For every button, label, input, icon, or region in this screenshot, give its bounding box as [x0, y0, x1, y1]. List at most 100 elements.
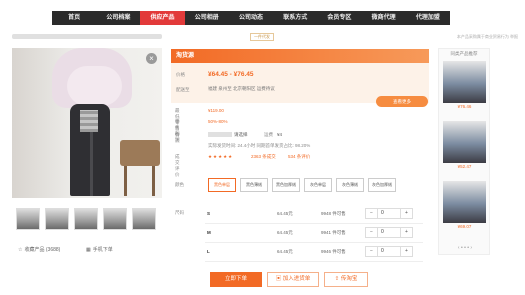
photo-mosaic — [80, 110, 98, 132]
nav-item-franchise[interactable]: 代理加盟 — [406, 11, 450, 25]
recommended-item-image — [443, 181, 486, 223]
quantity-stepper: − 0 + — [365, 227, 413, 238]
mobile-order-label: 手机下单 — [92, 247, 113, 253]
nav-item-contact[interactable]: 联系方式 — [273, 11, 317, 25]
color-option[interactable]: 黑色薄绒 — [240, 178, 268, 192]
size-price: 64.45元 — [277, 230, 293, 235]
size-name: M — [207, 230, 211, 235]
thumbnail[interactable] — [74, 208, 98, 230]
sidebar-pager[interactable]: ‹ • • • › — [439, 245, 491, 251]
color-option[interactable]: 灰色薄绒 — [336, 178, 364, 192]
photo-jacket-highlight — [67, 66, 122, 106]
quantity-input[interactable]: 0 — [377, 247, 401, 256]
see-more-button[interactable]: 查看更多 — [376, 96, 428, 107]
minus-button[interactable]: − — [366, 209, 377, 218]
photo-chair — [120, 140, 160, 166]
mobile-order-button[interactable]: ▦ 手机下单 — [86, 246, 113, 254]
cart-icon: ▣ — [275, 276, 283, 282]
minus-button[interactable]: − — [366, 228, 377, 237]
color-option[interactable]: 黑色加厚绒 — [272, 178, 300, 192]
recommended-item-price: ¥52.47 — [457, 164, 472, 169]
main-nav: 首页 公司档案 供应产品 公司相册 公司动态 联系方式 会员专区 微商代理 代理… — [52, 11, 450, 25]
size-price: 64.45元 — [277, 249, 293, 254]
logistics-select[interactable]: 请选择 — [234, 132, 248, 138]
margin-value: 50%-80% — [208, 119, 228, 124]
size-label: 尺码 — [175, 210, 184, 215]
recommended-item-image — [443, 61, 486, 103]
thumbnail[interactable] — [16, 208, 40, 230]
price-label: 价格 — [176, 72, 185, 77]
thumbnail-strip — [16, 208, 160, 230]
color-label: 颜色 — [175, 182, 184, 187]
size-stock: 9941 件可售 — [321, 230, 346, 235]
main-product-image[interactable] — [12, 48, 162, 198]
blurred-breadcrumb — [12, 34, 162, 39]
recommended-item[interactable]: ¥76.46 — [443, 61, 486, 110]
min-price-value: ¥119.00 — [208, 108, 224, 113]
product-title: 淘货源 — [171, 49, 429, 63]
recommended-item-price: ¥69.07 — [457, 224, 472, 229]
logistics-label: 物流 — [175, 132, 180, 143]
quantity-stepper: − 0 + — [365, 246, 413, 257]
divider — [205, 261, 423, 262]
favorite-label: 收藏产品 (3688) — [24, 247, 61, 253]
shipping-label: 配送至 — [176, 87, 190, 92]
divider — [205, 223, 423, 224]
quantity-input[interactable]: 0 — [377, 209, 401, 218]
color-option[interactable]: 灰色加厚绒 — [368, 178, 396, 192]
size-row: S 64.45元 9948 件可售 − 0 + — [205, 208, 423, 222]
blurred-origin — [208, 132, 232, 137]
size-stock: 9948 件可售 — [321, 211, 346, 216]
star-outline-icon: ☆ — [18, 246, 23, 253]
nav-item-wechat-agent[interactable]: 微商代理 — [362, 11, 406, 25]
recommended-item[interactable]: ¥52.47 — [443, 121, 486, 170]
plus-button[interactable]: + — [401, 209, 412, 218]
share-taobao-button[interactable]: ⇪ 传淘宝 — [324, 272, 368, 287]
nav-item-news[interactable]: 公司动态 — [229, 11, 273, 25]
quantity-stepper: − 0 + — [365, 208, 413, 219]
share-taobao-label: 传淘宝 — [340, 276, 358, 282]
size-row: L 64.45元 9946 件可售 − 0 + — [205, 246, 423, 260]
recommended-item-price: ¥76.46 — [457, 104, 472, 109]
add-to-cart-button[interactable]: ▣ 加入进货单 — [267, 272, 319, 287]
size-name: L — [207, 249, 210, 254]
thumbnail[interactable] — [45, 208, 69, 230]
color-option[interactable]: 灰色单层 — [304, 178, 332, 192]
plus-button[interactable]: + — [401, 228, 412, 237]
quantity-input[interactable]: 0 — [377, 228, 401, 237]
photo-chair-leg — [152, 166, 155, 196]
top-bar: 首页 公司档案 供应产品 公司相册 公司动态 联系方式 会员专区 微商代理 代理… — [0, 0, 525, 34]
plus-button[interactable]: + — [401, 247, 412, 256]
rating-label: 成交评价 — [175, 154, 180, 177]
rating-stars: ★★★★★ — [208, 154, 234, 159]
size-row: M 64.45元 9941 件可售 − 0 + — [205, 227, 423, 241]
color-option[interactable]: 黑色单层 — [208, 178, 236, 192]
recommendation-sidebar: 同类产品推荐 ¥76.46 ¥52.47 ¥69.07 ‹ • • • › — [438, 48, 490, 255]
freight-label: 运费 — [264, 132, 273, 137]
buy-now-button[interactable]: 立即下单 — [210, 272, 262, 287]
thumbnail[interactable] — [103, 208, 127, 230]
sidebar-title: 同类产品推荐 — [450, 51, 478, 56]
review-count[interactable]: 534 条评价 — [288, 154, 310, 160]
freight-value: ¥4 — [277, 132, 283, 137]
dropship-tag: 一件代发 — [250, 33, 274, 41]
sold-count: 2363 条成交 — [251, 154, 276, 159]
nav-item-home[interactable]: 首页 — [52, 11, 96, 25]
shipping-destination[interactable]: 福建 泉州至 北京朝阳区 运费待议 — [208, 86, 275, 92]
nav-item-products[interactable]: 供应产品 — [140, 11, 185, 25]
ship-speed-text: 实际发货时间: 24.4小时 同期首单发货占比: 98.20% — [208, 143, 311, 148]
color-selector: 颜色 黑色单层 黑色薄绒 黑色加厚绒 灰色单层 灰色薄绒 灰色加厚绒 — [175, 178, 431, 194]
nav-item-album[interactable]: 公司相册 — [185, 11, 229, 25]
favorite-button[interactable]: ☆ 收藏产品 (3688) — [18, 246, 61, 254]
breadcrumb: 一件代发 本产品采购属于商业贸易行为 举报 — [8, 33, 518, 41]
photo-chair-leg — [124, 166, 127, 196]
size-stock: 9946 件可售 — [321, 249, 346, 254]
report-link[interactable]: 本产品采购属于商业贸易行为 举报 — [457, 34, 518, 40]
size-price: 64.45元 — [277, 211, 293, 216]
nav-item-company-profile[interactable]: 公司档案 — [96, 11, 140, 25]
recommended-item[interactable]: ¥69.07 — [443, 181, 486, 230]
minus-button[interactable]: − — [366, 247, 377, 256]
close-icon[interactable]: × — [146, 53, 157, 64]
thumbnail[interactable] — [132, 208, 156, 230]
nav-item-members[interactable]: 会员专区 — [317, 11, 361, 25]
